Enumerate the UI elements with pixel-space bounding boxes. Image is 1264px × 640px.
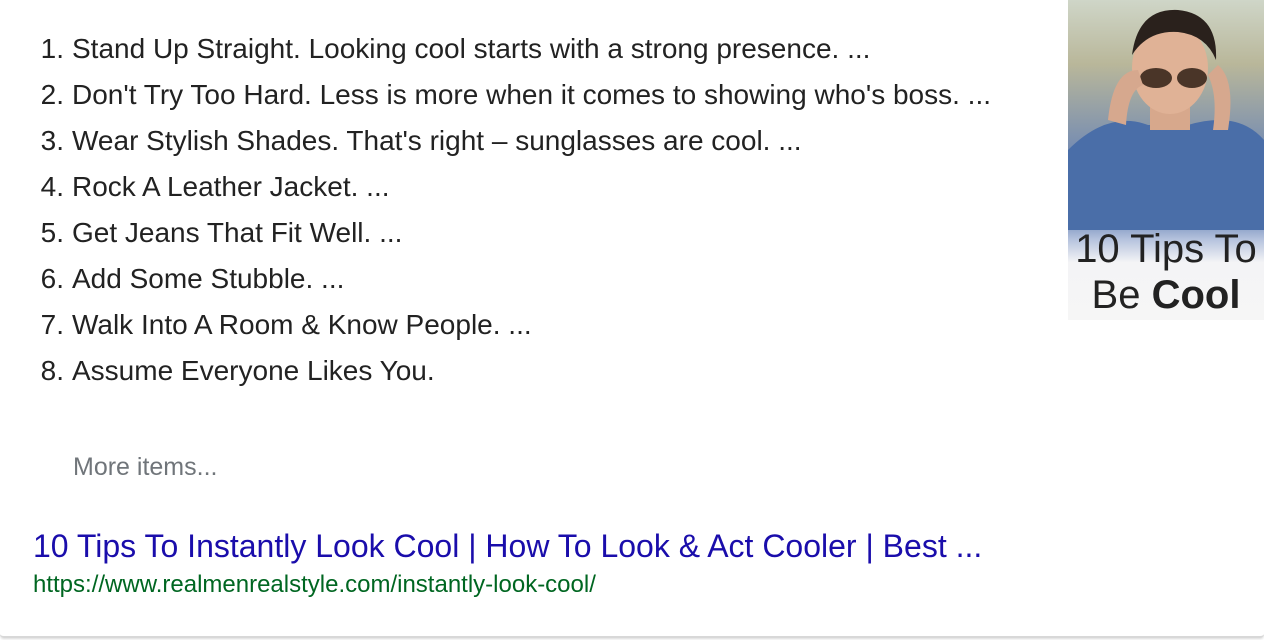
item-text: Add Some Stubble. ... [72,263,345,294]
list-item: 5. Get Jeans That Fit Well. ... [0,214,1000,251]
caption-line-2: Be Cool [1068,272,1264,318]
item-text: Stand Up Straight. Looking cool starts w… [72,33,871,64]
item-text: Wear Stylish Shades. That's right – sung… [72,125,802,156]
tips-list: 1. Stand Up Straight. Looking cool starts… [0,30,1000,398]
item-number: 5. [40,217,64,248]
item-text: Walk Into A Room & Know People. ... [72,309,532,340]
list-item: 8. Assume Everyone Likes You. [0,352,1000,389]
list-item: 3. Wear Stylish Shades. That's right – su… [0,122,1000,159]
item-number: 6. [40,263,64,294]
item-text: Get Jeans That Fit Well. ... [72,217,403,248]
item-number: 3. [40,125,64,156]
featured-snippet-card: 1. Stand Up Straight. Looking cool starts… [0,0,1264,638]
item-number: 8. [40,355,64,386]
list-item: 1. Stand Up Straight. Looking cool starts… [0,30,1000,67]
list-item: 4. Rock A Leather Jacket. ... [0,168,1000,205]
list-item: 6. Add Some Stubble. ... [0,260,1000,297]
item-number: 7. [40,309,64,340]
caption-line-1: 10 Tips To [1075,227,1257,271]
list-item: 2. Don't Try Too Hard. Less is more when … [0,76,1000,113]
man-with-sunglasses-illustration [1068,9,1264,230]
item-number: 1. [40,33,64,64]
result-title-link[interactable]: 10 Tips To Instantly Look Cool | How To … [33,528,982,565]
item-text: Assume Everyone Likes You. [72,355,435,386]
thumbnail-image[interactable]: 10 Tips To Be Cool [1068,0,1264,320]
result-url: https://www.realmenrealstyle.com/instant… [33,571,596,598]
list-item: 7. Walk Into A Room & Know People. ... [0,306,1000,343]
thumbnail-caption: 10 Tips To Be Cool [1068,226,1264,318]
item-text: Rock A Leather Jacket. ... [72,171,390,202]
item-number: 2. [40,79,64,110]
item-text: Don't Try Too Hard. Less is more when it… [72,79,992,110]
more-items-link[interactable]: More items... [73,453,217,482]
item-number: 4. [40,171,64,202]
caption-cool: Cool [1151,273,1241,317]
caption-be: Be [1091,273,1152,317]
